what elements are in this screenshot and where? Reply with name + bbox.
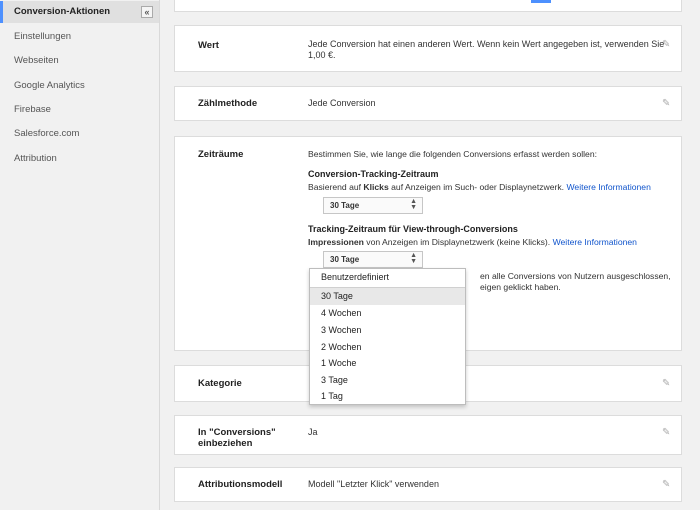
desc-bold: Klicks [363, 182, 389, 192]
updown-arrows-icon: ▲ ▼ [410, 198, 417, 211]
collapse-sidebar-icon[interactable]: « [141, 6, 153, 18]
label-line: einbeziehen [198, 438, 253, 449]
card-wert[interactable]: Wert Jede Conversion hat einen anderen W… [174, 25, 682, 72]
zeitraeume-intro: Bestimmen Sie, wie lange die folgenden C… [308, 149, 598, 159]
sidebar-item-label: Webseiten [14, 55, 59, 66]
card-label: Attributionsmodell [198, 479, 283, 490]
dropdown-option-1-woche[interactable]: 1 Woche [310, 355, 465, 372]
pencil-icon[interactable]: ✎ [662, 480, 671, 490]
sidebar-item-label: Google Analytics [14, 80, 85, 91]
top-card-edge [174, 0, 682, 12]
desc-text: Basierend auf [308, 182, 364, 192]
conversion-tracking-title: Conversion-Tracking-Zeitraum [308, 169, 439, 179]
pencil-icon[interactable]: ✎ [662, 40, 671, 50]
updown-arrows-icon: ▲ ▼ [410, 252, 417, 265]
card-in-conversions[interactable]: In "Conversions" einbeziehen Ja ✎ [174, 415, 682, 455]
value-line: 1,00 €. [308, 50, 336, 60]
card-label: Wert [198, 40, 219, 51]
desc-text: von Anzeigen im Displaynetzwerk (keine K… [363, 237, 553, 247]
sidebar-item-label: Salesforce.com [14, 128, 80, 139]
select-value: 30 Tage [330, 255, 360, 264]
view-through-select[interactable]: 30 Tage ▲ ▼ [323, 251, 423, 268]
value-line: Jede Conversion hat einen anderen Wert. … [308, 39, 665, 49]
sidebar-item-firebase[interactable]: Firebase [0, 99, 159, 121]
card-value: Ja [308, 427, 318, 437]
dropdown-option-2-wochen[interactable]: 2 Wochen [310, 339, 465, 356]
card-label: Kategorie [198, 378, 242, 389]
conversion-tracking-select[interactable]: 30 Tage ▲ ▼ [323, 197, 423, 214]
label-line: In "Conversions" [198, 427, 276, 438]
dropdown-option-3-wochen[interactable]: 3 Wochen [310, 322, 465, 339]
dropdown-option-benutzerdefiniert[interactable]: Benutzerdefiniert [310, 269, 465, 286]
card-value: Modell "Letzter Klick" verwenden [308, 479, 439, 489]
sidebar-item-google-analytics[interactable]: Google Analytics [0, 75, 159, 97]
tracking-period-dropdown[interactable]: Benutzerdefiniert 30 Tage 4 Wochen 3 Woc… [309, 268, 466, 405]
card-label: Zählmethode [198, 98, 258, 109]
card-value: Jede Conversion hat einen anderen Wert. … [308, 39, 664, 61]
view-through-title: Tracking-Zeitraum für View-through-Conve… [308, 224, 518, 234]
scroll-indicator [531, 0, 551, 3]
pencil-icon[interactable]: ✎ [662, 379, 671, 389]
card-attributionsmodell[interactable]: Attributionsmodell Modell "Letzter Klick… [174, 467, 682, 502]
card-label: Zeiträume [198, 149, 244, 160]
obscured-text: eigen geklickt haben. [480, 282, 561, 292]
desc-bold: Impressionen [308, 237, 364, 247]
view-through-desc: Impressionen von Anzeigen im Displaynetz… [308, 237, 668, 247]
card-zaehlmethode[interactable]: Zählmethode Jede Conversion ✎ [174, 86, 682, 121]
sidebar: Conversion-Aktionen « Einstellungen Webs… [0, 0, 160, 510]
card-value: Jede Conversion [308, 98, 376, 108]
sidebar-item-label: Einstellungen [14, 31, 72, 42]
pencil-icon[interactable]: ✎ [662, 99, 671, 109]
dropdown-option-30-tage[interactable]: 30 Tage [310, 288, 465, 305]
sidebar-item-webseiten[interactable]: Webseiten [0, 50, 159, 72]
card-label: In "Conversions" einbeziehen [198, 427, 276, 449]
sidebar-item-label: Conversion-Aktionen [14, 6, 111, 17]
obscured-text: en alle Conversions von Nutzern ausgesch… [480, 271, 671, 281]
main-content: Wert Jede Conversion hat einen anderen W… [160, 0, 700, 510]
dropdown-option-3-tage[interactable]: 3 Tage [310, 372, 465, 389]
dropdown-option-1-tag[interactable]: 1 Tag [310, 388, 465, 405]
weitere-informationen-link[interactable]: Weitere Informationen [566, 182, 650, 192]
sidebar-item-einstellungen[interactable]: Einstellungen [0, 26, 159, 48]
sidebar-item-salesforce[interactable]: Salesforce.com [0, 123, 159, 145]
sidebar-item-label: Attribution [14, 153, 57, 164]
sidebar-item-attribution[interactable]: Attribution [0, 148, 159, 170]
conversion-tracking-desc: Basierend auf Klicks auf Anzeigen im Suc… [308, 182, 668, 192]
select-value: 30 Tage [330, 201, 360, 210]
desc-text: auf Anzeigen im Such- oder Displaynetzwe… [388, 182, 567, 192]
sidebar-item-label: Firebase [14, 104, 51, 115]
dropdown-option-4-wochen[interactable]: 4 Wochen [310, 305, 465, 322]
sidebar-item-conversion-aktionen[interactable]: Conversion-Aktionen « [0, 1, 159, 23]
weitere-informationen-link[interactable]: Weitere Informationen [553, 237, 637, 247]
pencil-icon[interactable]: ✎ [662, 428, 671, 438]
